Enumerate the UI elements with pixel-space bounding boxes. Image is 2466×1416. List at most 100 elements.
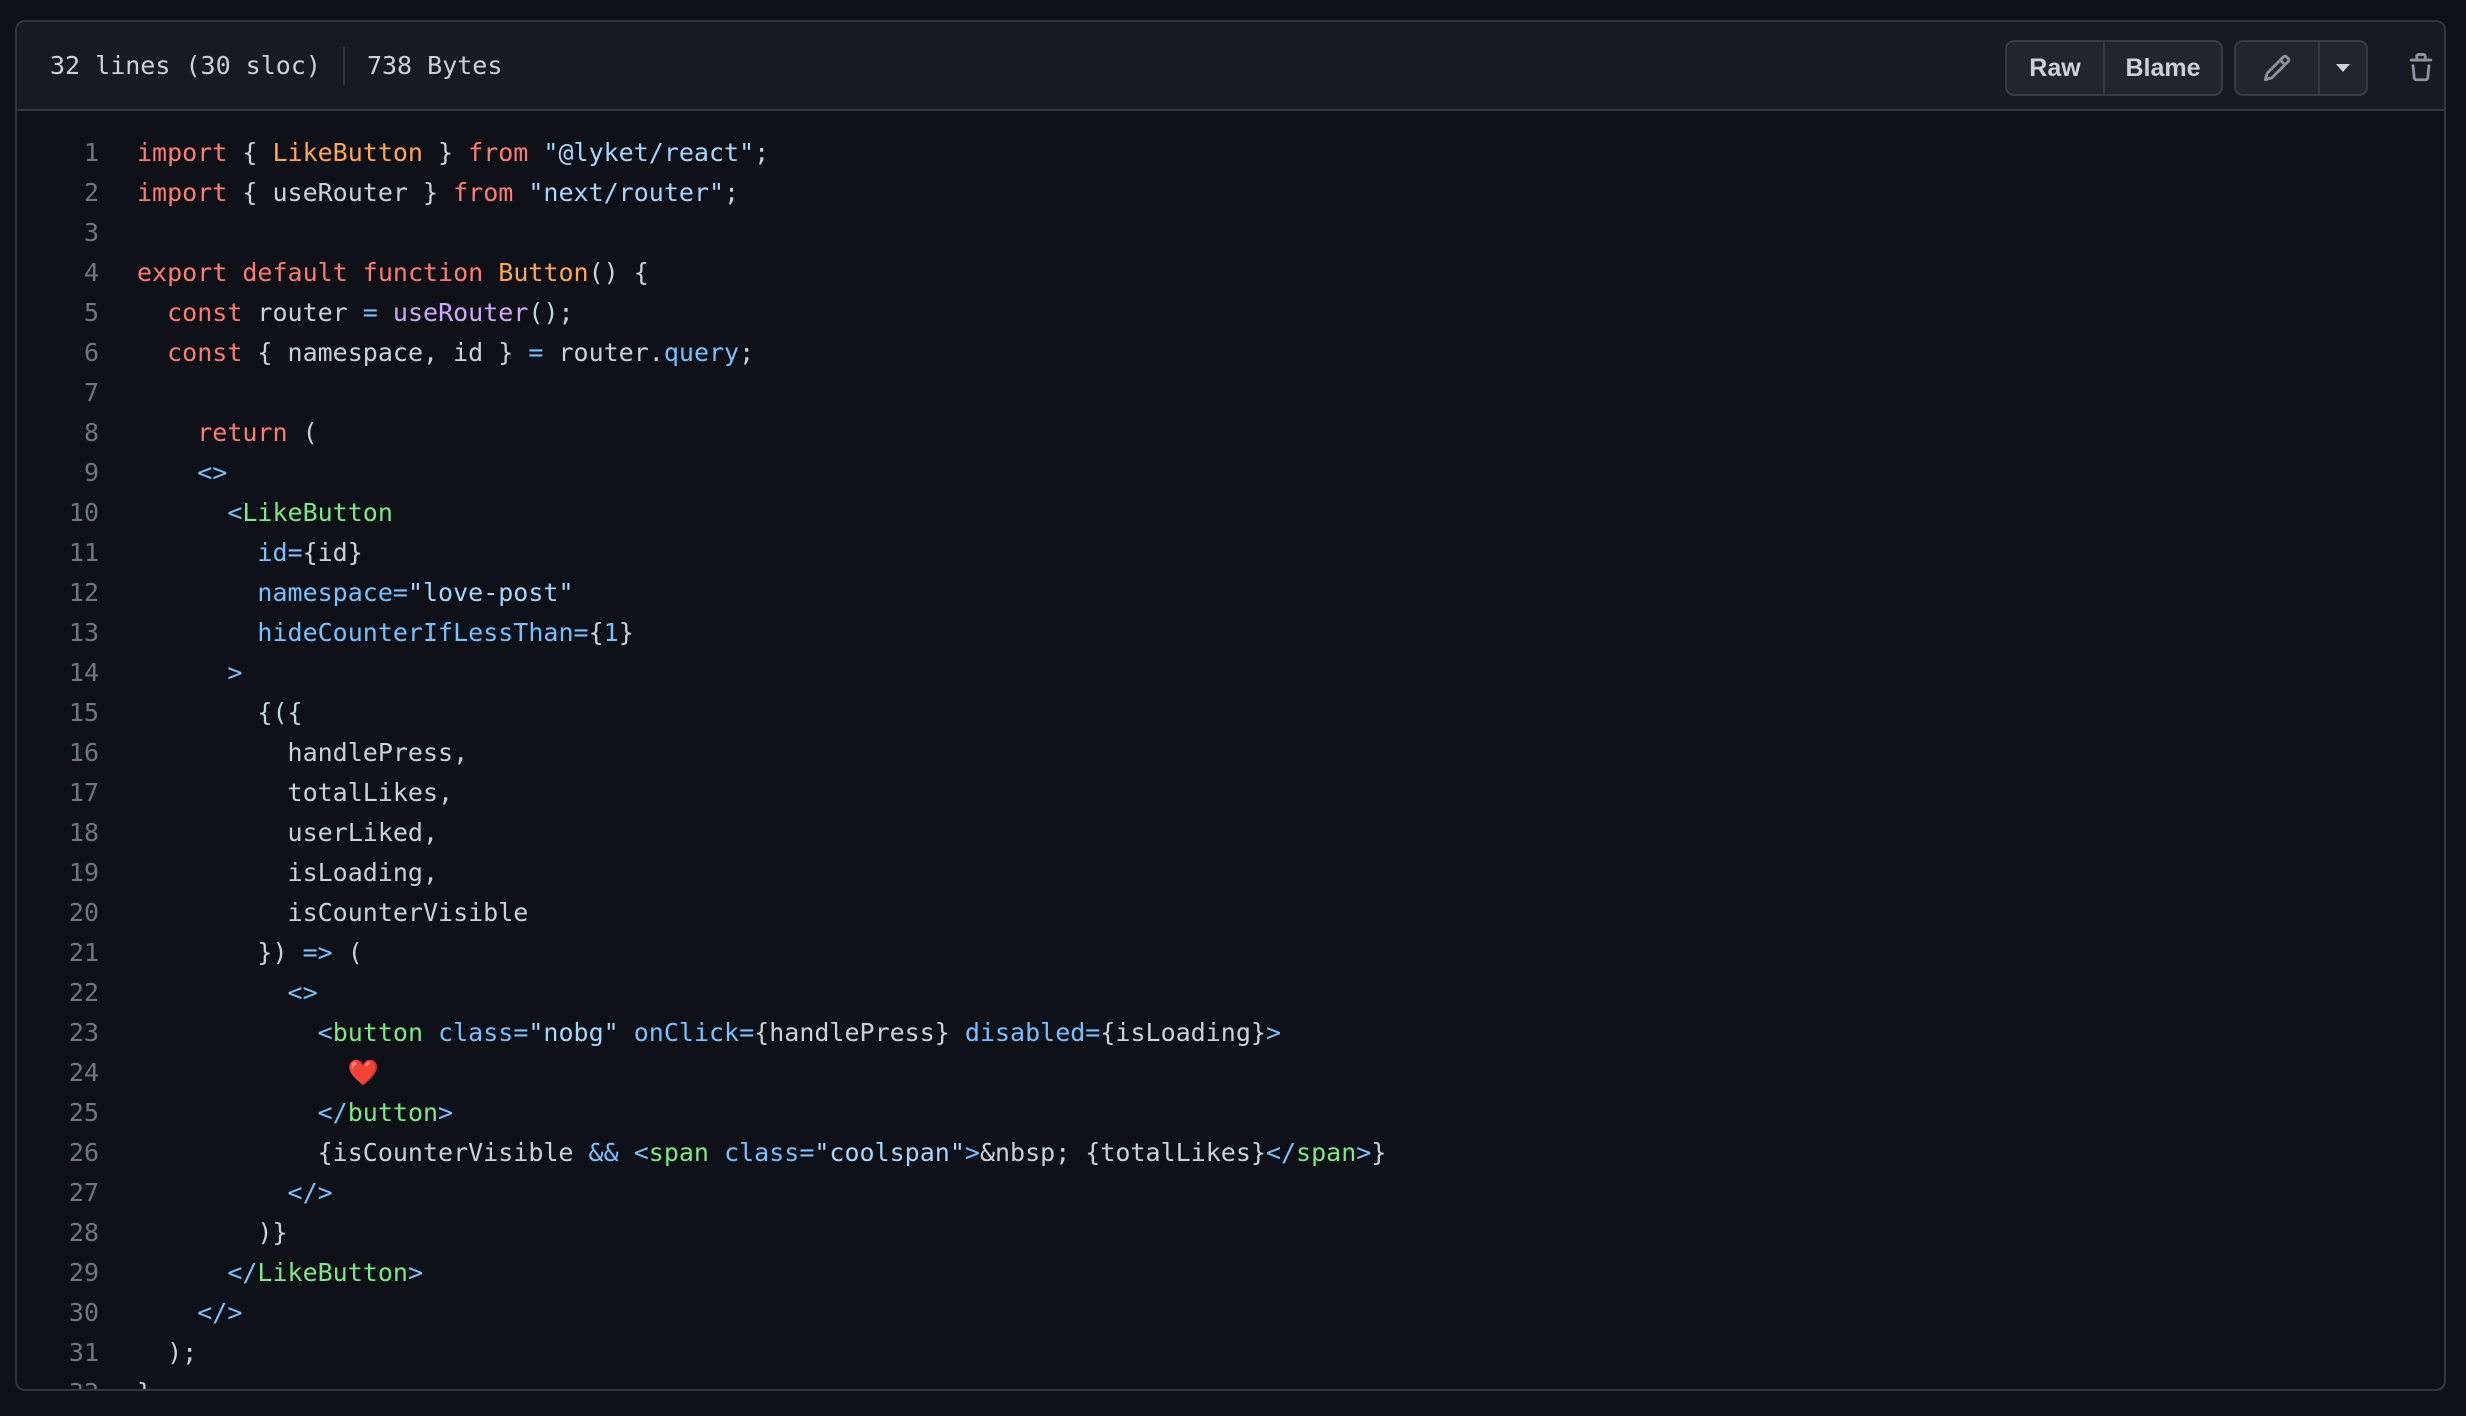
- code-line: 17 totalLikes,: [17, 773, 2444, 813]
- code-line: 15 {({: [17, 693, 2444, 733]
- line-number[interactable]: 31: [17, 1333, 99, 1373]
- delete-button[interactable]: [2395, 42, 2444, 94]
- code-line: 14 >: [17, 653, 2444, 693]
- code-text: namespace="love-post": [137, 573, 573, 613]
- code-line: 26 {isCounterVisible && <span class="coo…: [17, 1133, 2444, 1173]
- code-token: ;: [724, 178, 740, 207]
- code-token: query: [663, 338, 740, 367]
- code-text: </LikeButton>: [137, 1253, 423, 1293]
- code-token: totalLikes,: [137, 778, 454, 807]
- line-number[interactable]: 27: [17, 1173, 99, 1213]
- line-number[interactable]: 26: [17, 1133, 99, 1173]
- line-number[interactable]: 13: [17, 613, 99, 653]
- file-header: 32 lines (30 sloc) 738 Bytes Raw Blame: [17, 22, 2444, 111]
- code-token: >: [1356, 1138, 1372, 1167]
- line-number[interactable]: 24: [17, 1053, 99, 1093]
- code-token: </: [1265, 1138, 1297, 1167]
- code-token: {isLoading}: [1100, 1018, 1266, 1047]
- edit-button[interactable]: [2236, 42, 2318, 94]
- code-token: LikeButton: [272, 138, 423, 167]
- line-number[interactable]: 7: [17, 373, 99, 413]
- line-number[interactable]: 28: [17, 1213, 99, 1253]
- line-number[interactable]: 25: [17, 1093, 99, 1133]
- code-text: hideCounterIfLessThan={1}: [137, 613, 633, 653]
- line-number[interactable]: 30: [17, 1293, 99, 1333]
- code-text: userLiked,: [137, 813, 439, 853]
- code-line: 27 </>: [17, 1173, 2444, 1213]
- code-line: 29 </LikeButton>: [17, 1253, 2444, 1293]
- code-token: <: [633, 1138, 649, 1167]
- code-token: }: [137, 1378, 152, 1389]
- blame-button[interactable]: Blame: [2103, 42, 2221, 94]
- more-edit-options-button[interactable]: [2318, 42, 2366, 94]
- line-number[interactable]: 12: [17, 573, 99, 613]
- line-number[interactable]: 22: [17, 973, 99, 1013]
- code-token: export: [137, 258, 228, 287]
- code-text: )}: [137, 1213, 287, 1253]
- code-token: <>: [197, 458, 228, 487]
- line-number[interactable]: 16: [17, 733, 99, 773]
- code-text: isLoading,: [137, 853, 439, 893]
- line-number[interactable]: 23: [17, 1013, 99, 1053]
- code-token: );: [137, 1338, 198, 1367]
- code-token: const: [167, 298, 243, 327]
- line-number[interactable]: 8: [17, 413, 99, 453]
- code-token: { namespace, id }: [242, 338, 529, 367]
- code-line: 23 <button class="nobg" onClick={handleP…: [17, 1013, 2444, 1053]
- line-number[interactable]: 1: [17, 133, 99, 173]
- line-number[interactable]: 3: [17, 213, 99, 253]
- code-token: ❤️: [347, 1058, 379, 1087]
- line-number[interactable]: 6: [17, 333, 99, 373]
- code-token: </>: [287, 1178, 333, 1207]
- code-token: </: [317, 1098, 348, 1127]
- line-number[interactable]: 21: [17, 933, 99, 973]
- line-number[interactable]: 18: [17, 813, 99, 853]
- line-number[interactable]: 5: [17, 293, 99, 333]
- line-number[interactable]: 9: [17, 453, 99, 493]
- code-line: 18 userLiked,: [17, 813, 2444, 853]
- line-number[interactable]: 32: [17, 1373, 99, 1389]
- line-number[interactable]: 11: [17, 533, 99, 573]
- code-token: "coolspan": [814, 1138, 965, 1167]
- line-number[interactable]: 14: [17, 653, 99, 693]
- line-number[interactable]: 10: [17, 493, 99, 533]
- line-number[interactable]: 29: [17, 1253, 99, 1293]
- code-text: const router = useRouter();: [137, 293, 573, 333]
- code-token: 1: [603, 618, 619, 647]
- code-text: </>: [137, 1293, 242, 1333]
- line-number[interactable]: 17: [17, 773, 99, 813]
- raw-button[interactable]: Raw: [2007, 42, 2103, 94]
- code-token: <>: [287, 978, 318, 1007]
- code-token: {id}: [302, 538, 363, 567]
- code-line: 4 export default function Button() {: [17, 253, 2444, 293]
- line-number[interactable]: 4: [17, 253, 99, 293]
- line-number[interactable]: 20: [17, 893, 99, 933]
- code-token: class=: [724, 1138, 815, 1167]
- code-token: button: [347, 1098, 439, 1127]
- code-text: }: [137, 1373, 152, 1389]
- line-number[interactable]: 15: [17, 693, 99, 733]
- line-count: 32 lines (30 sloc): [50, 51, 321, 80]
- code-token: "@lyket/react": [543, 138, 755, 167]
- code-line: 6 const { namespace, id } = router.query…: [17, 333, 2444, 373]
- code-text: export default function Button() {: [137, 253, 649, 293]
- code-token: span: [648, 1138, 709, 1167]
- line-number[interactable]: 19: [17, 853, 99, 893]
- code-text: {isCounterVisible && <span class="coolsp…: [137, 1133, 1387, 1173]
- pencil-icon: [2263, 54, 2291, 82]
- line-number[interactable]: 2: [17, 173, 99, 213]
- code-line: 12 namespace="love-post": [17, 573, 2444, 613]
- code-token: <: [227, 498, 243, 527]
- code-token: onClick=: [633, 1018, 755, 1047]
